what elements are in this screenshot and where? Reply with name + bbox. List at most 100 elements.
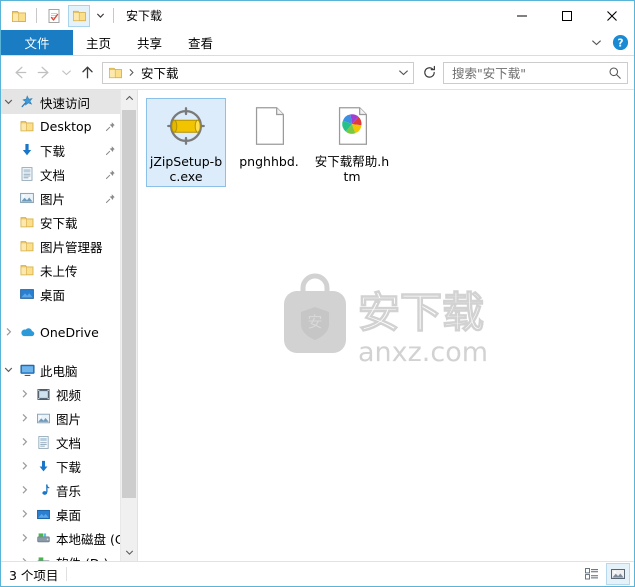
watermark-logo: 安 xyxy=(284,273,346,353)
expand-chevron-right-icon[interactable] xyxy=(17,502,33,526)
refresh-button[interactable] xyxy=(418,62,440,84)
sidebar-item-local-disk-c[interactable]: 本地磁盘 (C xyxy=(1,526,120,550)
scroll-down-arrow-icon[interactable] xyxy=(121,544,137,561)
sidebar-item-music[interactable]: 音乐 xyxy=(1,478,120,502)
pin-icon[interactable] xyxy=(105,114,116,138)
videos-icon xyxy=(33,382,53,406)
drive-icon xyxy=(33,550,53,561)
expand-chevron-right-icon[interactable] xyxy=(17,478,33,502)
back-button[interactable] xyxy=(7,60,32,86)
search-icon[interactable] xyxy=(603,63,627,83)
watermark-brand-text: 安下载 xyxy=(358,288,484,337)
expand-chevron-right-icon[interactable] xyxy=(1,320,17,344)
file-item-blank[interactable]: pnghhbd. xyxy=(229,98,309,187)
large-icons-view-button[interactable] xyxy=(606,563,630,585)
folder-icon xyxy=(17,114,37,138)
file-item-html[interactable]: 安下载帮助.htm xyxy=(312,98,392,187)
navigation-bar: 安下载 搜索"安下载" xyxy=(1,56,634,89)
tab-home[interactable]: 主页 xyxy=(73,30,124,55)
pin-icon[interactable] xyxy=(105,162,116,186)
sidebar-item-not-uploaded[interactable]: 未上传 xyxy=(1,258,120,282)
star-pin-icon xyxy=(17,90,37,114)
tab-view[interactable]: 查看 xyxy=(175,30,226,55)
sidebar-item-label: 文档 xyxy=(40,167,66,183)
search-box[interactable]: 搜索"安下载" xyxy=(443,61,628,84)
desktop-icon xyxy=(17,282,37,306)
expand-chevron-down-icon[interactable] xyxy=(1,90,17,114)
expand-chevron-right-icon[interactable] xyxy=(17,430,33,454)
sidebar-item-label: 下载 xyxy=(56,459,82,475)
status-bar: 3 个项目 xyxy=(1,561,634,586)
expand-chevron-right-icon[interactable] xyxy=(17,454,33,478)
expand-chevron-right-icon[interactable] xyxy=(17,550,33,561)
expand-chevron-right-icon[interactable] xyxy=(17,526,33,550)
properties-folder-icon[interactable] xyxy=(8,5,30,27)
folder-tree: 快速访问 Desktop 下载 文档 图片 安下载 图片管理器 未上传 桌面 O… xyxy=(1,90,120,561)
sidebar-item-downloads-qa[interactable]: 下载 xyxy=(1,138,120,162)
expand-chevron-right-icon[interactable] xyxy=(17,382,33,406)
sidebar-scrollbar[interactable] xyxy=(120,90,137,561)
title-bar: 安下载 xyxy=(1,1,634,30)
sidebar-item-documents[interactable]: 文档 xyxy=(1,430,120,454)
sidebar-item-label: 软件 (D:) xyxy=(53,553,109,562)
sidebar-item-label: Desktop xyxy=(40,118,92,134)
window-title: 安下载 xyxy=(126,9,163,23)
address-dropdown-chevron-down-icon[interactable] xyxy=(393,63,413,83)
sidebar-item-desktop[interactable]: 桌面 xyxy=(1,502,120,526)
download-icon xyxy=(33,454,53,478)
sidebar-item-software-d[interactable]: 软件 (D:) xyxy=(1,550,120,561)
file-list-pane[interactable]: jZipSetup-bc.exe pnghhbd. 安下载帮助.htm 安 安下… xyxy=(138,90,634,561)
maximize-button[interactable] xyxy=(544,1,589,30)
drive-icon xyxy=(33,526,53,550)
sidebar-item-documents-qa[interactable]: 文档 xyxy=(1,162,120,186)
folder-icon xyxy=(17,234,37,258)
sidebar-item-pictures[interactable]: 图片 xyxy=(1,406,120,430)
svg-text:?: ? xyxy=(617,37,623,49)
download-icon xyxy=(17,138,37,162)
recent-locations-chevron-down-icon[interactable] xyxy=(57,60,75,86)
file-explorer-window: 安下载 文件 主页 共享 查看 ? 安下载 搜索"安下载" 快速访问 Deskt… xyxy=(0,0,635,587)
up-button[interactable] xyxy=(75,60,100,86)
sidebar-item-label: 此电脑 xyxy=(40,363,78,379)
details-view-button[interactable] xyxy=(580,563,604,585)
sidebar-item-downloads[interactable]: 下载 xyxy=(1,454,120,478)
forward-button[interactable] xyxy=(32,60,57,86)
ribbon-expand-chevron-down-icon[interactable] xyxy=(586,33,606,53)
sidebar-item-videos[interactable]: 视频 xyxy=(1,382,120,406)
expand-chevron-right-icon[interactable] xyxy=(17,406,33,430)
toolbar-separator-2 xyxy=(113,8,114,23)
file-item-label: 安下载帮助.htm xyxy=(314,154,390,184)
sidebar-item-this-pc[interactable]: 此电脑 xyxy=(1,358,120,382)
new-folder-icon[interactable] xyxy=(43,5,65,27)
help-icon[interactable]: ? xyxy=(610,33,630,53)
sidebar-item-pictures-qa[interactable]: 图片 xyxy=(1,186,120,210)
sidebar-item-desktop-qa2[interactable]: 桌面 xyxy=(1,282,120,306)
sidebar-item-label: 图片管理器 xyxy=(40,239,103,255)
sidebar-item-picture-manager[interactable]: 图片管理器 xyxy=(1,234,120,258)
breadcrumb[interactable]: 安下载 xyxy=(141,63,393,82)
tab-file[interactable]: 文件 xyxy=(1,30,73,55)
customize-toolbar-chevron-down-icon[interactable] xyxy=(93,5,107,27)
cloud-icon xyxy=(17,320,37,344)
expand-chevron-down-icon[interactable] xyxy=(1,358,17,382)
pin-icon[interactable] xyxy=(105,186,116,210)
scrollbar-thumb[interactable] xyxy=(122,110,136,498)
breadcrumb-chevron-right-icon[interactable] xyxy=(127,68,136,77)
search-input[interactable]: 搜索"安下载" xyxy=(444,63,603,82)
customize-folder-icon[interactable] xyxy=(68,4,90,27)
scroll-up-arrow-icon[interactable] xyxy=(121,90,137,107)
sidebar-item-label: 安下载 xyxy=(40,215,78,231)
minimize-button[interactable] xyxy=(499,1,544,30)
sidebar-item-onedrive[interactable]: OneDrive xyxy=(1,320,120,344)
file-item-installer[interactable]: jZipSetup-bc.exe xyxy=(146,98,226,187)
sidebar-item-desktop-qa[interactable]: Desktop xyxy=(1,114,120,138)
sidebar-item-label: 未上传 xyxy=(40,263,78,279)
close-button[interactable] xyxy=(589,1,634,30)
pin-icon[interactable] xyxy=(105,138,116,162)
sidebar-item-anxiazai[interactable]: 安下载 xyxy=(1,210,120,234)
view-buttons xyxy=(580,562,630,586)
tab-share[interactable]: 共享 xyxy=(124,30,175,55)
sidebar-item-quick-access[interactable]: 快速访问 xyxy=(1,90,120,114)
address-bar[interactable]: 安下载 xyxy=(102,61,414,84)
installer-icon xyxy=(162,102,210,150)
